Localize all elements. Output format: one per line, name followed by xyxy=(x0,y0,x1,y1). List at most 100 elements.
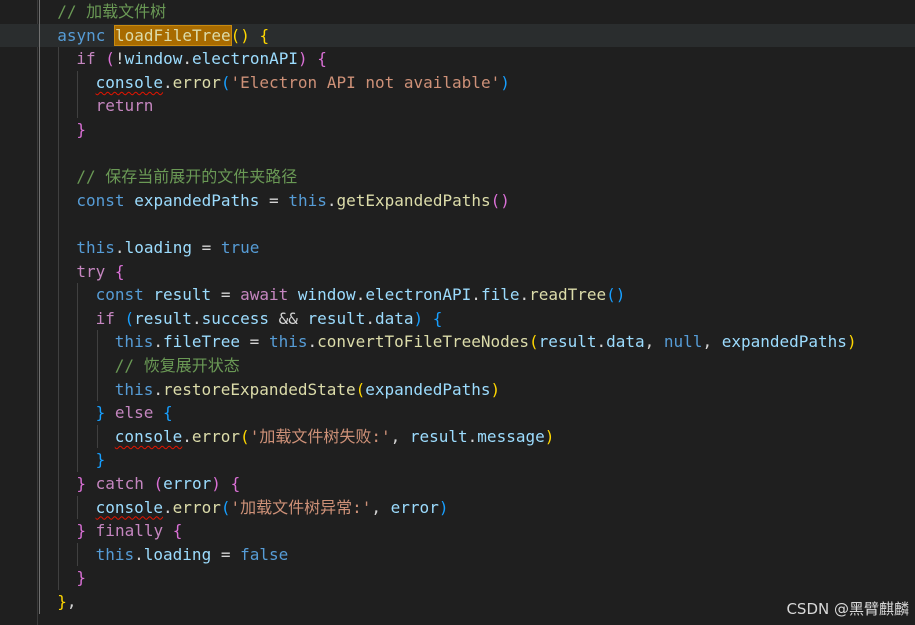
code-token: file xyxy=(480,285,520,305)
code-token: . xyxy=(114,238,125,257)
code-token: 'Electron API not available' xyxy=(230,72,501,92)
code-token: ) xyxy=(500,72,510,92)
code-token: window xyxy=(124,49,183,69)
highlighted-symbol: loadFileTree xyxy=(113,24,232,46)
code-token: . xyxy=(153,332,163,352)
code-token: const xyxy=(76,190,135,210)
code-line[interactable]: async loadFileTree() { xyxy=(0,23,915,48)
code-token: { xyxy=(230,474,241,493)
code-line-content[interactable]: } xyxy=(76,566,86,590)
code-line-content[interactable]: // 保存当前展开的文件夹路径 xyxy=(76,165,297,189)
code-line-content[interactable]: // 加载文件树 xyxy=(57,0,166,24)
code-token: { xyxy=(172,521,183,541)
code-token: . xyxy=(307,332,318,352)
code-line-content[interactable]: } xyxy=(96,448,106,472)
code-line-content[interactable]: } finally { xyxy=(76,519,182,543)
code-token: console xyxy=(95,72,164,92)
code-token: () xyxy=(230,25,250,45)
code-token: { xyxy=(432,308,443,328)
code-line-content[interactable]: this.loading = true xyxy=(76,236,259,260)
code-editor[interactable]: // 加载文件树 async loadFileTree() {if (!windo… xyxy=(0,0,915,625)
code-line-content[interactable]: return xyxy=(96,94,154,118)
code-token: ) xyxy=(544,426,555,446)
code-token: = xyxy=(259,190,289,210)
code-token: electronAPI xyxy=(192,49,298,69)
code-token: false xyxy=(240,544,289,564)
code-line-content[interactable]: if (!window.electronAPI) { xyxy=(76,47,327,71)
code-token: error xyxy=(172,72,221,92)
code-token: window xyxy=(297,285,356,305)
code-token: this xyxy=(288,190,327,210)
code-token: () xyxy=(490,190,510,210)
code-line-content[interactable]: console.error('Electron API not availabl… xyxy=(96,71,510,95)
code-token: . xyxy=(467,426,478,446)
code-token: data xyxy=(606,332,645,352)
code-line-content[interactable]: if (result.success && result.data) { xyxy=(96,307,443,331)
code-token: , xyxy=(702,332,722,352)
code-token: '加载文件树失败:' xyxy=(249,426,391,446)
code-token: } xyxy=(76,120,87,139)
code-token: ) xyxy=(297,49,308,69)
code-token: ( xyxy=(355,379,366,399)
code-token: result xyxy=(153,285,212,305)
code-token: { xyxy=(259,25,270,45)
code-token: () xyxy=(606,285,626,305)
code-token: convertToFileTreeNodes xyxy=(317,332,530,352)
code-line-content[interactable]: this.loading = false xyxy=(96,543,289,567)
code-token: , xyxy=(371,497,391,517)
code-line-content[interactable]: try { xyxy=(76,260,124,284)
code-token: ) xyxy=(438,497,449,517)
code-token: = xyxy=(192,238,221,257)
code-line-content[interactable]: } else { xyxy=(96,401,173,425)
code-line-content[interactable]: // 恢复展开状态 xyxy=(115,354,240,378)
code-token: . xyxy=(153,379,163,399)
code-line-content[interactable]: console.error('加载文件树失败:', result.message… xyxy=(115,425,555,449)
code-token: expandedPaths xyxy=(134,190,260,210)
code-token: { xyxy=(114,261,125,281)
code-token: this xyxy=(114,332,154,352)
indent-guide xyxy=(77,283,79,472)
code-token: // 保存当前展开的文件夹路径 xyxy=(76,167,298,187)
code-token: true xyxy=(220,238,260,257)
code-token: electronAPI xyxy=(365,285,472,305)
code-line-content[interactable]: const result = await window.electronAPI.… xyxy=(96,283,626,307)
code-token: error xyxy=(172,497,221,517)
code-token: . xyxy=(519,285,530,305)
code-token: this xyxy=(114,379,154,399)
code-token: . xyxy=(326,190,337,210)
code-token: ) xyxy=(490,379,501,399)
code-token: . xyxy=(163,72,173,92)
code-token: fileTree xyxy=(162,332,241,352)
code-token: . xyxy=(471,285,481,305)
code-line-content[interactable]: async loadFileTree() { xyxy=(57,24,269,48)
code-token: success xyxy=(201,308,270,328)
code-token: . xyxy=(191,308,202,328)
code-token: , xyxy=(644,332,664,352)
code-line-content[interactable]: this.restoreExpandedState(expandedPaths) xyxy=(115,378,500,402)
code-token: } xyxy=(76,568,87,588)
code-line-content[interactable]: console.error('加载文件树异常:', error) xyxy=(96,496,449,520)
code-line-content[interactable]: } xyxy=(76,118,86,142)
code-token: this xyxy=(95,544,135,564)
code-token: readTree xyxy=(529,285,607,305)
code-token: } xyxy=(76,474,87,493)
code-token: null xyxy=(663,332,703,352)
code-token: . xyxy=(163,497,173,517)
code-token: try xyxy=(76,261,115,281)
code-token: // 恢复展开状态 xyxy=(114,356,240,375)
code-token: { xyxy=(317,49,327,69)
indent-guide xyxy=(96,424,98,449)
code-token: async xyxy=(57,25,115,45)
code-token: } xyxy=(95,403,106,423)
code-line-content[interactable]: const expandedPaths = this.getExpandedPa… xyxy=(76,189,510,213)
code-token: '加载文件树异常:' xyxy=(230,497,372,517)
code-token: const xyxy=(95,285,154,305)
code-line-content[interactable]: } catch (error) { xyxy=(76,472,240,496)
code-line-content[interactable]: this.fileTree = this.convertToFileTreeNo… xyxy=(115,330,857,354)
code-token: result xyxy=(134,308,192,328)
code-token: // 加载文件树 xyxy=(57,2,167,21)
code-line-content[interactable]: }, xyxy=(57,590,76,614)
